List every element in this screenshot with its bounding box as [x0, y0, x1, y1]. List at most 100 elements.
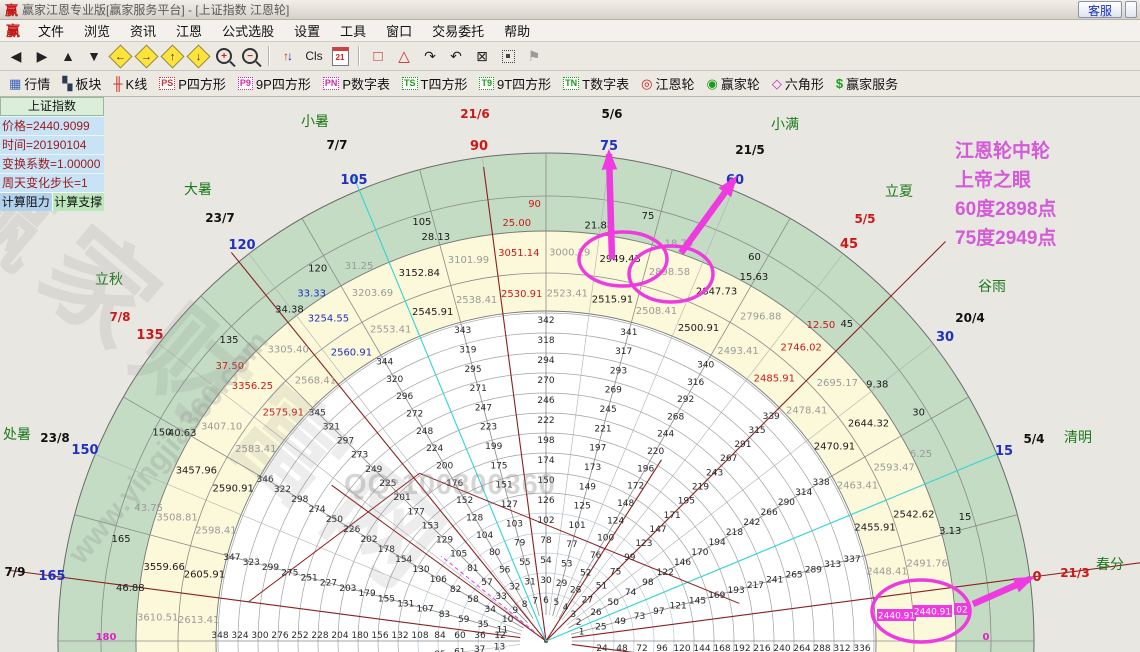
svg-text:120: 120 [228, 238, 255, 253]
tool-sectors[interactable]: ▚板块 [57, 73, 106, 95]
svg-text:173: 173 [584, 463, 601, 473]
svg-text:346: 346 [257, 475, 274, 485]
board-icon[interactable]: ⚑ [522, 45, 546, 67]
nav-back-icon[interactable]: ◀ [4, 45, 28, 67]
diamond-right-icon[interactable]: → [134, 45, 158, 67]
t-square-label: T四方形 [421, 74, 468, 93]
svg-text:2523.41: 2523.41 [547, 289, 588, 300]
tool-hexagon[interactable]: ◇六角形 [767, 73, 829, 95]
menu-item[interactable]: 工具 [330, 24, 376, 39]
svg-text:126: 126 [537, 496, 554, 506]
customer-service-button[interactable]: 客服 [1078, 1, 1122, 18]
menu-item[interactable]: 资讯 [120, 24, 166, 39]
svg-text:295: 295 [464, 365, 481, 375]
svg-text:121: 121 [670, 602, 687, 612]
svg-text:102: 102 [537, 516, 554, 526]
svg-text:176: 176 [446, 479, 463, 489]
svg-text:272: 272 [406, 410, 423, 420]
winner-service-icon: $ [836, 76, 843, 91]
svg-text:24: 24 [596, 644, 608, 652]
tool-9t-square[interactable]: T99T四方形 [474, 73, 556, 95]
nav-forward-icon[interactable]: ▶ [30, 45, 54, 67]
svg-text:2440.91: 2440.91 [914, 608, 951, 618]
diamond-down-icon[interactable]: ↓ [186, 45, 210, 67]
tool-winner-service[interactable]: $赢家服务 [831, 73, 903, 95]
tool-t-square[interactable]: TST四方形 [397, 73, 472, 95]
toolbar-separator [268, 46, 270, 66]
svg-text:217: 217 [747, 581, 764, 591]
tool-9p-square[interactable]: P99P四方形 [233, 73, 316, 95]
svg-text:268: 268 [667, 412, 684, 422]
menu-item[interactable]: 江恩 [166, 24, 212, 39]
p-square-label: P四方形 [178, 74, 226, 93]
menu-item[interactable]: 文件 [28, 24, 74, 39]
sectors-icon: ▚ [62, 76, 72, 92]
svg-text:105: 105 [340, 173, 367, 188]
diamond-up-icon[interactable]: ↑ [160, 45, 184, 67]
svg-text:12: 12 [494, 631, 505, 641]
zoom-out-icon[interactable]: − [238, 45, 262, 67]
svg-text:21/6: 21/6 [460, 107, 489, 121]
menu-item[interactable]: 帮助 [494, 24, 540, 39]
menu-item[interactable]: 交易委托 [422, 24, 494, 39]
svg-text:107: 107 [417, 605, 434, 615]
diamond-left-icon[interactable]: ← [108, 45, 132, 67]
triangle-shape-icon[interactable]: △ [392, 45, 416, 67]
t-square-icon: TS [402, 77, 418, 90]
svg-text:144: 144 [693, 644, 710, 652]
menu-item[interactable]: 公式选股 [212, 24, 284, 39]
nav-down-icon[interactable]: ▼ [82, 45, 106, 67]
menu-item[interactable]: 浏览 [74, 24, 120, 39]
menu-item[interactable]: 窗口 [376, 24, 422, 39]
tool-t-number-table[interactable]: TNT数字表 [558, 73, 634, 95]
nav-up-icon[interactable]: ▲ [56, 45, 80, 67]
cls-button[interactable]: Cls [302, 45, 326, 67]
note-line: 江恩轮中轮 [955, 137, 1056, 166]
svg-text:2493.41: 2493.41 [717, 346, 758, 357]
svg-text:75: 75 [642, 211, 655, 222]
updown-arrows-icon[interactable]: ↑↓ [276, 45, 300, 67]
svg-text:266: 266 [761, 508, 778, 518]
xbox-icon[interactable]: ⊠ [470, 45, 494, 67]
svg-text:130: 130 [412, 565, 429, 575]
svg-text:195: 195 [678, 497, 695, 507]
svg-text:344: 344 [376, 358, 393, 368]
fit-icon[interactable] [496, 45, 520, 67]
kline-icon: ╫ [113, 76, 122, 91]
tool-winner-wheel[interactable]: ◉赢家轮 [701, 73, 764, 95]
tool-gann-wheel[interactable]: ◎江恩轮 [636, 73, 699, 95]
svg-text:46.88: 46.88 [116, 583, 145, 594]
svg-text:165: 165 [112, 534, 131, 545]
svg-text:276: 276 [271, 631, 288, 641]
rotate-cw-icon[interactable]: ↷ [418, 45, 442, 67]
svg-text:348: 348 [211, 631, 228, 641]
menu-bar: 赢 文件浏览资讯江恩公式选股设置工具窗口交易委托帮助 [0, 20, 1140, 42]
rotate-ccw-icon[interactable]: ↶ [444, 45, 468, 67]
svg-text:323: 323 [243, 558, 260, 568]
svg-text:2440.91: 2440.91 [878, 612, 915, 622]
tool-p-number-table[interactable]: PNP数字表 [318, 73, 395, 95]
tool-quotes[interactable]: ▦行情 [4, 73, 55, 95]
zoom-in-icon[interactable]: + [212, 45, 236, 67]
svg-text:154: 154 [395, 555, 412, 565]
svg-text:2542.62: 2542.62 [893, 509, 934, 520]
svg-text:170: 170 [691, 548, 708, 558]
partial-titlebar-button[interactable] [1125, 1, 1137, 18]
svg-text:58: 58 [467, 595, 479, 605]
svg-text:273: 273 [351, 451, 368, 461]
tool-kline[interactable]: ╫K线 [108, 73, 152, 95]
tool-p-square[interactable]: PSP四方形 [154, 73, 231, 95]
calendar-icon[interactable]: 21 [328, 45, 352, 67]
note-line: 上帝之眼 [955, 166, 1056, 195]
rect-shape-icon[interactable]: □ [366, 45, 390, 67]
svg-text:45: 45 [840, 237, 858, 252]
svg-text:7/7: 7/7 [326, 138, 347, 152]
menu-item[interactable]: 设置 [284, 24, 330, 39]
svg-text:321: 321 [323, 422, 340, 432]
svg-text:25: 25 [595, 622, 606, 632]
calc-resistance-button[interactable]: 计算阻力 [0, 193, 53, 211]
calc-support-button[interactable]: 计算支撑 [53, 193, 105, 211]
9p-square-label: 9P四方形 [256, 74, 311, 93]
9p-square-icon: P9 [238, 77, 253, 90]
svg-text:32: 32 [509, 583, 520, 593]
